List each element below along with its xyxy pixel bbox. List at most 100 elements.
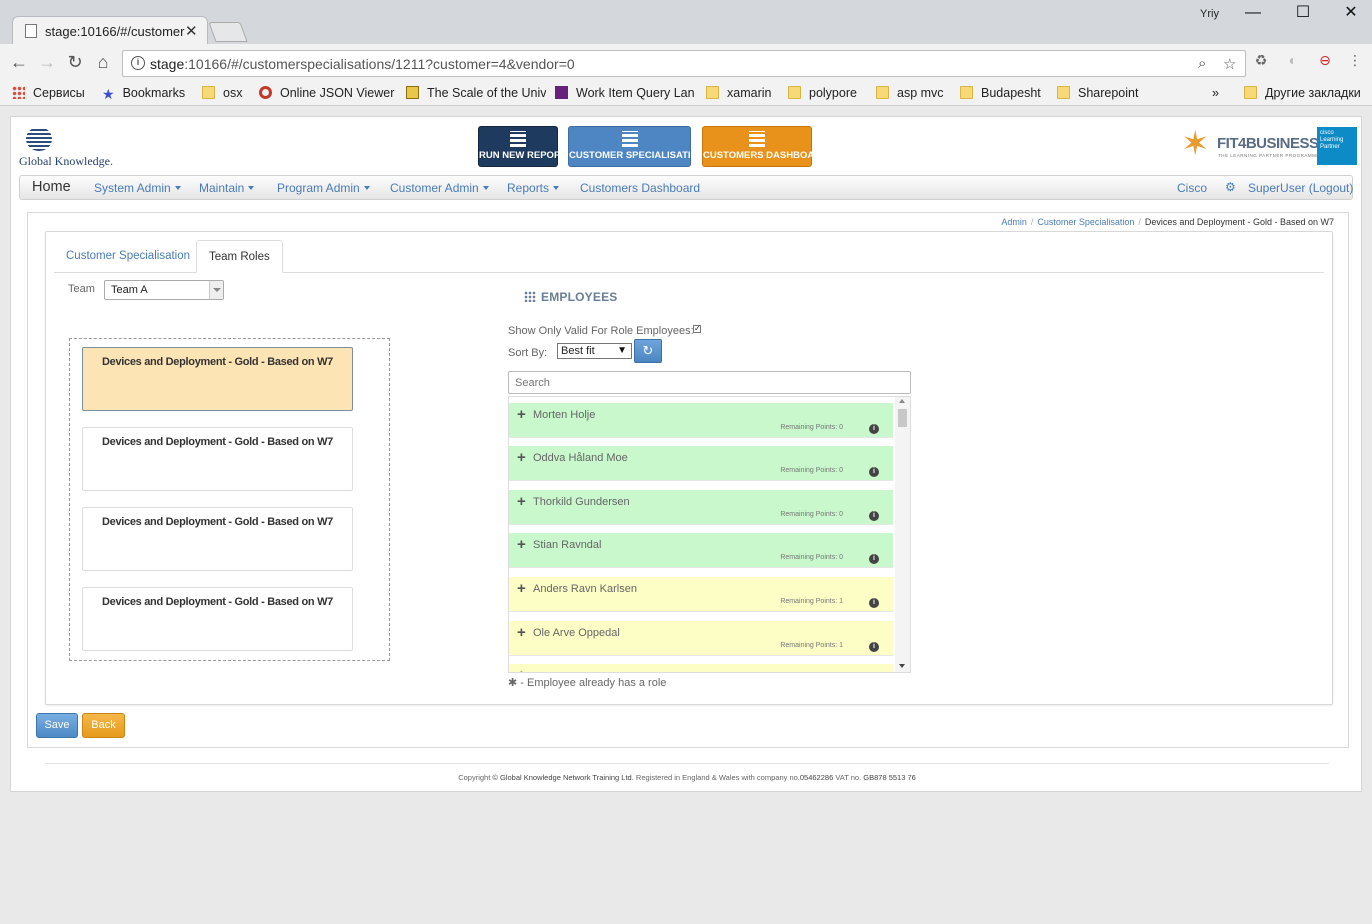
employee-item[interactable]: + Morten Holje Remaining Points: 0 i (509, 403, 893, 438)
sort-select[interactable]: Best fit ▼ (557, 343, 632, 359)
nav-vendor[interactable]: Cisco (1177, 181, 1207, 195)
info-icon[interactable]: i (869, 424, 879, 434)
bookmarks-overflow[interactable]: » (1212, 86, 1219, 100)
home-icon[interactable]: ⌂ (92, 52, 114, 73)
bookmark-work-item[interactable]: Work Item Query Lan (555, 86, 695, 100)
plus-icon[interactable]: + (517, 449, 526, 466)
employee-item-partial[interactable]: + (509, 664, 893, 672)
plus-icon[interactable]: + (517, 406, 526, 423)
global-knowledge-logo[interactable]: Global Knowledge. (19, 127, 129, 171)
employee-item[interactable]: + Oddva Håland Moe Remaining Points: 0 i (509, 446, 893, 481)
zoom-icon[interactable]: ⌕ (1198, 55, 1206, 72)
gear-icon[interactable]: ⚙ (1225, 180, 1236, 194)
role-card[interactable]: Devices and Deployment - Gold - Based on… (82, 347, 353, 411)
plus-icon[interactable]: + (517, 493, 526, 510)
bookmark-xamarin[interactable]: xamarin (706, 86, 771, 100)
extension-icon[interactable]: ◐ (1284, 52, 1302, 70)
breadcrumb-admin[interactable]: Admin (1001, 217, 1027, 227)
back-arrow-icon[interactable]: ← (8, 52, 30, 73)
scroll-up-icon[interactable] (899, 399, 905, 403)
new-tab-button[interactable] (208, 22, 248, 42)
bookmark-apps[interactable]: Сервисы (12, 86, 85, 100)
info-icon[interactable]: i (869, 467, 879, 477)
close-window-icon[interactable]: ✕ (1334, 2, 1368, 24)
scroll-thumb[interactable] (898, 409, 907, 427)
bookmark-bookmarks[interactable]: ★ Bookmarks (102, 86, 185, 102)
caret-down-icon (248, 186, 255, 190)
save-button[interactable]: Save (36, 713, 78, 738)
nav-maintain[interactable]: Maintain (199, 181, 255, 195)
info-icon[interactable]: i (869, 554, 879, 564)
bookmark-sharepoint[interactable]: Sharepoint (1057, 86, 1138, 100)
red-extension-icon[interactable]: ⊖ (1316, 52, 1334, 70)
folder-icon (202, 86, 215, 99)
close-tab-icon[interactable]: ✕ (185, 22, 198, 40)
menu-icon[interactable]: ⋮ (1346, 52, 1364, 70)
bookmark-budapesht[interactable]: Budapesht (960, 86, 1041, 100)
info-icon[interactable]: i (869, 511, 879, 521)
tab-strip: Customer Specialisation Team Roles (54, 240, 1324, 273)
scroll-down-icon[interactable] (899, 664, 905, 668)
employee-item[interactable]: + Thorkild Gundersen Remaining Points: 0… (509, 490, 893, 525)
bookmark-json-viewer[interactable]: Online JSON Viewer (259, 86, 394, 100)
employee-item[interactable]: + Ole Arve Oppedal Remaining Points: 1 i (509, 621, 893, 656)
back-button[interactable]: Back (82, 713, 125, 738)
role-card[interactable]: Devices and Deployment - Gold - Based on… (82, 427, 353, 491)
tab-customer-specialisation[interactable]: Customer Specialisation (54, 240, 202, 273)
role-card[interactable]: Devices and Deployment - Gold - Based on… (82, 587, 353, 651)
globe-icon (26, 127, 52, 151)
circle-icon (259, 86, 272, 99)
list-icon (749, 131, 765, 147)
plus-icon[interactable]: + (517, 667, 526, 672)
nav-customer-admin[interactable]: Customer Admin (390, 181, 489, 195)
tab-team-roles[interactable]: Team Roles (196, 240, 283, 273)
url-text[interactable]: stage:10166/#/customerspecialisations/12… (150, 56, 575, 72)
grid-icon (524, 291, 536, 302)
bookmark-star-icon[interactable]: ☆ (1223, 55, 1236, 73)
nav-program-admin[interactable]: Program Admin (277, 181, 370, 195)
minimize-icon[interactable]: — (1236, 2, 1270, 24)
bookmark-asp-mvc[interactable]: asp mvc (876, 86, 944, 100)
forward-arrow-icon[interactable]: → (36, 52, 58, 73)
nav-system-admin[interactable]: System Admin (94, 181, 181, 195)
refresh-button[interactable]: ↻ (634, 339, 662, 363)
plus-icon[interactable]: + (517, 536, 526, 553)
breadcrumb-customer-specialisation[interactable]: Customer Specialisation (1037, 217, 1134, 227)
footer-copyright: Copyright © Global Knowledge Network Tra… (458, 773, 916, 782)
reload-icon[interactable]: ↻ (64, 52, 86, 73)
employee-item[interactable]: + Stian Ravndal Remaining Points: 0 i (509, 533, 893, 568)
run-new-report-button[interactable]: RUN NEW REPORT (478, 126, 567, 167)
plus-icon[interactable]: + (517, 580, 526, 597)
refresh-icon: ↻ (642, 343, 654, 358)
breadcrumb-current: Devices and Deployment - Gold - Based on… (1144, 217, 1334, 227)
role-legend: ✱ - Employee already has a role (508, 677, 667, 689)
bookmark-osx[interactable]: osx (202, 86, 242, 100)
employee-search-input[interactable] (508, 371, 911, 394)
info-icon[interactable]: i (131, 56, 145, 70)
info-icon[interactable]: i (869, 598, 879, 608)
maximize-icon[interactable]: ☐ (1286, 2, 1320, 24)
valid-only-checkbox[interactable]: ✓ (693, 325, 701, 333)
list-scrollbar[interactable] (895, 397, 910, 672)
nav-user-logout[interactable]: SuperUser (Logout) (1248, 181, 1353, 195)
recycle-extension-icon[interactable]: ♻ (1252, 52, 1270, 70)
nav-reports[interactable]: Reports (507, 181, 560, 195)
page-icon (406, 86, 419, 99)
bookmark-other[interactable]: Другие закладки (1244, 86, 1361, 100)
browser-tab[interactable]: stage:10166/#/customers ✕ (12, 16, 208, 44)
bookmark-scale-universe[interactable]: The Scale of the Univ (406, 86, 546, 100)
role-card[interactable]: Devices and Deployment - Gold - Based on… (82, 507, 353, 571)
star-icon: ★ (102, 86, 115, 102)
dropdown-arrow-icon: ▼ (617, 345, 627, 356)
employee-item[interactable]: + Anders Ravn Karlsen Remaining Points: … (509, 577, 893, 612)
nav-home[interactable]: Home (32, 179, 71, 195)
address-bar[interactable]: i stage:10166/#/customerspecialisations/… (122, 50, 1246, 77)
team-select[interactable]: Team A (104, 280, 224, 300)
customer-specialisations-button[interactable]: CUSTOMER SPECIALISATIONS (568, 126, 711, 167)
bookmark-polypore[interactable]: polypore (788, 86, 857, 100)
customers-dashboard-button[interactable]: CUSTOMERS DASHBOARD (702, 126, 828, 167)
nav-customers-dashboard[interactable]: Customers Dashboard (580, 181, 700, 195)
info-icon[interactable]: i (869, 642, 879, 652)
profile-name[interactable]: Yriy (1200, 8, 1219, 20)
plus-icon[interactable]: + (517, 624, 526, 641)
